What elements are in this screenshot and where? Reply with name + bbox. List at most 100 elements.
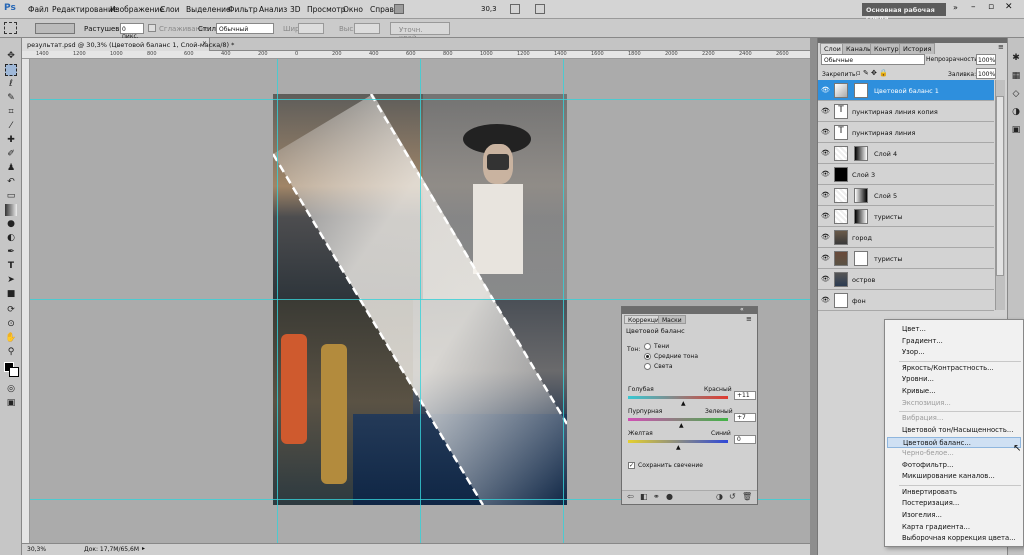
layer-thumbnail[interactable] [834, 146, 848, 161]
scroll-thumb[interactable] [996, 96, 1004, 276]
path-select-icon[interactable]: ➤ [5, 274, 17, 286]
context-menu-item[interactable]: Цвет... [902, 325, 926, 333]
cyan-red-value[interactable]: +11 [734, 391, 756, 400]
context-menu-item[interactable]: Карта градиента... [902, 523, 970, 531]
reset-icon[interactable]: ↺ [729, 492, 736, 501]
yellow-blue-value[interactable]: 0 [734, 435, 756, 444]
tone-midtones-radio[interactable] [644, 353, 651, 360]
lock-icons[interactable]: ▫ ✎ ✥ 🔒 [856, 69, 888, 77]
layer-row[interactable]: 👁 Tпунктирная линия [818, 122, 994, 143]
eye-icon[interactable]: 👁 [821, 192, 830, 199]
zoom-level[interactable]: 30,3 [481, 5, 497, 13]
context-menu-item[interactable]: Цветовой тон/Насыщенность... [902, 426, 1013, 434]
masks-icon[interactable]: ▣ [1010, 124, 1022, 136]
layer-thumbnail[interactable] [834, 209, 848, 224]
layer-thumbnail[interactable] [834, 167, 848, 182]
eyedropper-icon[interactable]: ⁄ [5, 120, 17, 132]
tone-shadows-radio[interactable] [644, 343, 651, 350]
context-menu-item[interactable]: Кривые... [902, 387, 936, 395]
yellow-blue-slider[interactable] [628, 440, 728, 443]
fill-input[interactable]: 100% [976, 68, 996, 79]
eye-icon[interactable]: 👁 [821, 87, 830, 94]
cyan-red-thumb[interactable]: ▲ [681, 400, 686, 407]
workspace-button[interactable]: Основная рабочая среда [862, 3, 946, 22]
panel-collapse-icon[interactable]: « [740, 306, 744, 313]
delete-icon[interactable]: 🗑 [742, 492, 752, 501]
yellow-blue-thumb[interactable]: ▲ [676, 444, 681, 451]
layer-thumbnail[interactable] [834, 293, 848, 308]
context-menu-item[interactable]: Микширование каналов... [902, 472, 995, 480]
layer-mask-thumbnail[interactable] [854, 146, 868, 161]
move-tool-icon[interactable]: ✥ [5, 50, 17, 62]
status-zoom[interactable]: 30,3% [27, 546, 46, 553]
clip-icon[interactable]: ⚭ [653, 492, 660, 501]
context-menu-item[interactable]: Фотофильтр... [902, 461, 953, 469]
arrange-icon[interactable] [510, 4, 520, 14]
type-tool-icon[interactable]: T [5, 260, 17, 272]
layer-row[interactable]: 👁 Слой 3 [818, 164, 994, 185]
layer-thumbnail[interactable]: T [834, 104, 848, 119]
screen-mode-icon[interactable]: ▣ [5, 397, 17, 409]
adjustments-titlebar[interactable] [622, 307, 757, 314]
restore-icon[interactable]: ▫ [988, 2, 994, 12]
context-menu-item[interactable]: Черно-белое... [902, 449, 954, 457]
eye-icon[interactable]: 👁 [821, 171, 830, 178]
eye-icon[interactable]: 👁 [821, 297, 830, 304]
menu-item-5[interactable]: Фильтр [228, 5, 258, 14]
layer-row[interactable]: 👁 фон [818, 290, 994, 311]
healing-brush-icon[interactable]: ✚ [5, 134, 17, 146]
refine-edge-button[interactable]: Уточн. край... [390, 22, 450, 42]
eye-icon[interactable]: 👁 [821, 276, 830, 283]
context-menu-item[interactable]: Экспозиция... [902, 399, 951, 407]
dodge-tool-icon[interactable]: ◐ [5, 232, 17, 244]
layer-row[interactable]: 👁 остров [818, 269, 994, 290]
menu-item-0[interactable]: Файл [28, 5, 49, 14]
expand-view-icon[interactable]: ◧ [640, 492, 648, 501]
layer-row[interactable]: 👁 Цветовой баланс 1 [818, 80, 994, 101]
view-previous-icon[interactable]: ◑ [716, 492, 723, 501]
eye-icon[interactable]: 👁 [821, 213, 830, 220]
pen-tool-icon[interactable]: ✒ [5, 246, 17, 258]
magenta-green-value[interactable]: +7 [734, 413, 756, 422]
context-menu-item[interactable]: Инвертировать [902, 488, 957, 496]
swatches-icon[interactable]: ▦ [1010, 70, 1022, 82]
marquee-tool-icon[interactable] [4, 22, 17, 34]
shape-tool-icon[interactable]: ■ [5, 288, 17, 300]
layer-row[interactable]: 👁 Tпунктирная линия копия [818, 101, 994, 122]
panel-divider[interactable] [810, 38, 817, 555]
back-icon[interactable]: ⇦ [627, 492, 634, 501]
cyan-red-slider[interactable] [628, 396, 728, 399]
3d-rotate-icon[interactable]: ⟳ [5, 304, 17, 316]
layer-mask-thumbnail[interactable] [854, 83, 868, 98]
menu-item-8[interactable]: Просмотр [307, 5, 346, 14]
context-menu-item[interactable]: Изогелия... [902, 511, 942, 519]
gradient-tool-icon[interactable] [5, 204, 17, 216]
layer-thumbnail[interactable] [834, 83, 848, 98]
masks-tab[interactable]: Маски [658, 315, 686, 324]
blend-mode-select[interactable]: Обычные [821, 54, 925, 65]
width-input[interactable] [298, 23, 324, 34]
layer-row[interactable]: 👁 Слой 4 [818, 143, 994, 164]
layer-row[interactable]: 👁 город [818, 227, 994, 248]
3d-camera-icon[interactable]: ⊙ [5, 318, 17, 330]
menu-item-3[interactable]: Слои [160, 5, 180, 14]
quick-mask-icon[interactable]: ◎ [5, 383, 17, 395]
marquee-tool-icon[interactable] [5, 64, 17, 76]
lasso-tool-icon[interactable]: ℓ [5, 78, 17, 90]
mini-bridge-icon[interactable] [394, 4, 404, 14]
guide-horizontal[interactable] [30, 299, 810, 300]
context-menu-item[interactable]: Цветовой баланс... [887, 437, 1021, 449]
expand-icon[interactable]: » [953, 3, 958, 12]
close-icon[interactable]: ✕ [1005, 2, 1013, 12]
eraser-icon[interactable]: ▭ [5, 190, 17, 202]
zoom-tool-icon[interactable]: ⚲ [5, 346, 17, 358]
layer-thumbnail[interactable] [834, 188, 848, 203]
menu-item-6[interactable]: Анализ [259, 5, 287, 14]
layer-thumbnail[interactable]: T [834, 125, 848, 140]
visibility-icon[interactable]: ● [666, 492, 673, 501]
antialias-checkbox[interactable] [148, 24, 156, 32]
opacity-input[interactable]: 100% [976, 54, 996, 65]
context-menu-item[interactable]: Уровни... [902, 375, 934, 383]
hand-tool-icon[interactable]: ✋ [5, 332, 17, 344]
context-menu-item[interactable]: Вибрация... [902, 414, 943, 422]
